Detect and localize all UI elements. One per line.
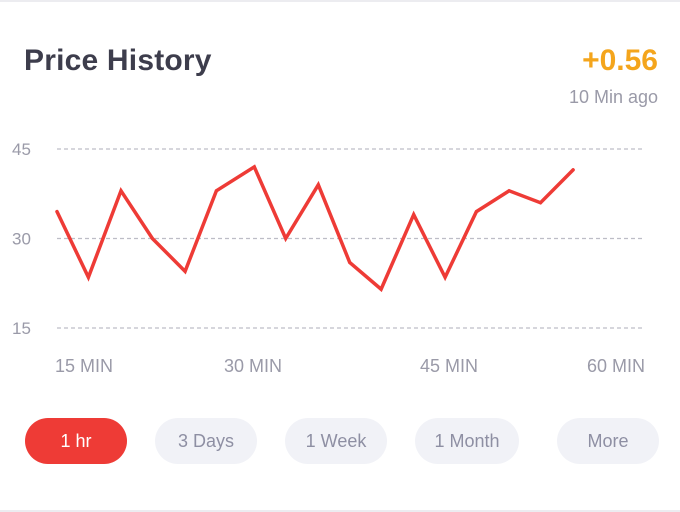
- data-point: [443, 275, 447, 279]
- x-tick-label: 15 MIN: [55, 356, 113, 376]
- x-tick-label: 30 MIN: [224, 356, 282, 376]
- time-range-filters: 1 hr 3 Days 1 Week 1 Month More: [0, 418, 680, 464]
- data-point: [284, 237, 288, 240]
- data-point: [252, 165, 256, 169]
- data-point: [507, 189, 511, 193]
- data-point: [348, 260, 352, 264]
- price-series-line: [55, 164, 575, 293]
- data-point: [183, 269, 187, 273]
- y-tick-label: 45: [12, 140, 31, 159]
- filter-3days-button[interactable]: 3 Days: [155, 418, 257, 464]
- filter-1hr-button[interactable]: 1 hr: [25, 418, 127, 464]
- filter-more-button[interactable]: More: [557, 418, 659, 464]
- data-point: [539, 201, 542, 205]
- data-point: [571, 168, 575, 172]
- data-point: [379, 287, 383, 291]
- filter-1week-button[interactable]: 1 Week: [285, 418, 387, 464]
- price-history-card: Price History +0.56 10 Min ago 45 30 15 15 …: [0, 0, 680, 512]
- data-point: [150, 237, 154, 240]
- y-tick-label: 30: [12, 230, 31, 249]
- price-history-chart: 45 30 15 15 MIN 30 MIN 45 MIN 60 MIN: [12, 140, 645, 376]
- filter-1month-button[interactable]: 1 Month: [415, 418, 519, 464]
- data-point: [412, 213, 416, 217]
- data-point: [86, 275, 90, 279]
- data-point: [119, 189, 123, 193]
- data-point: [214, 189, 218, 193]
- y-tick-label: 15: [12, 319, 31, 338]
- data-point: [316, 183, 320, 187]
- x-tick-label: 60 MIN: [587, 356, 645, 376]
- x-tick-label: 45 MIN: [420, 356, 478, 376]
- data-point: [474, 210, 478, 214]
- last-updated-text: 10 Min ago: [568, 87, 658, 107]
- data-point: [55, 210, 59, 214]
- price-change-value: +0.56: [582, 44, 658, 77]
- page-title: Price History: [24, 44, 212, 77]
